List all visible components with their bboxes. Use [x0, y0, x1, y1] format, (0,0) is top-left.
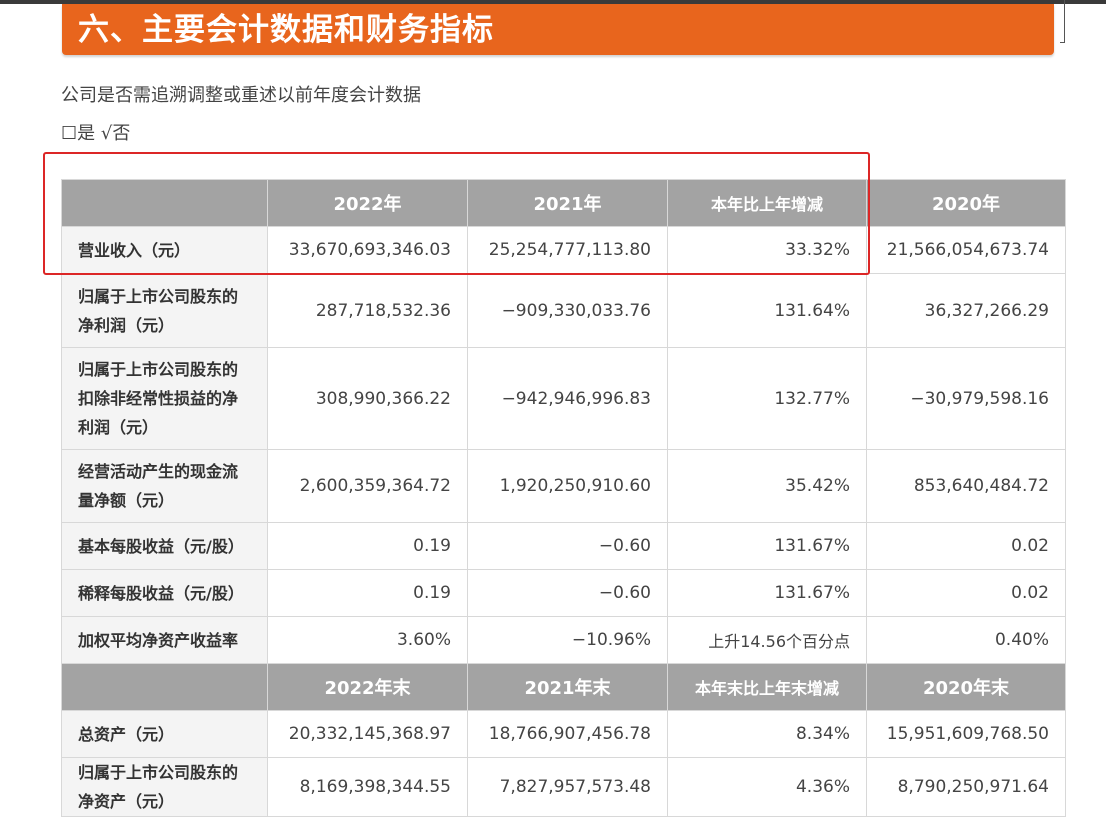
- financial-data-table: 2022年 2021年 本年比上年增减 2020年 营业收入（元） 33,670…: [61, 179, 1066, 817]
- cell-value: 35.42%: [667, 449, 867, 523]
- row-label: 归属于上市公司股东的净资产（元）: [61, 757, 268, 817]
- cell-value: 18,766,907,456.78: [467, 710, 668, 758]
- cell-value: 上升14.56个百分点: [667, 616, 867, 664]
- table-header-row: 2022年 2021年 本年比上年增减 2020年: [61, 179, 1066, 227]
- table-row: 归属于上市公司股东的净资产（元） 8,169,398,344.55 7,827,…: [61, 757, 1066, 817]
- section-banner: 六、主要会计数据和财务指标: [62, 4, 1054, 55]
- cell-value: 853,640,484.72: [866, 449, 1066, 523]
- cell-value: 0.40%: [866, 616, 1066, 664]
- cell-value: 132.77%: [667, 347, 867, 450]
- header-cell-2020-end: 2020年末: [866, 663, 1066, 711]
- header-cell-blank: [61, 179, 268, 227]
- cell-value: 131.67%: [667, 569, 867, 617]
- cell-value: 308,990,366.22: [267, 347, 468, 450]
- table-row: 归属于上市公司股东的净利润（元） 287,718,532.36 −909,330…: [61, 273, 1066, 348]
- table-row: 加权平均净资产收益率 3.60% −10.96% 上升14.56个百分点 0.4…: [61, 616, 1066, 664]
- table-row: 归属于上市公司股东的扣除非经常性损益的净利润（元） 308,990,366.22…: [61, 347, 1066, 450]
- cell-value: 33.32%: [667, 226, 867, 274]
- header-cell-yoy-end: 本年末比上年末增减: [667, 663, 867, 711]
- cell-value: 131.67%: [667, 522, 867, 570]
- table-row: 基本每股收益（元/股） 0.19 −0.60 131.67% 0.02: [61, 522, 1066, 570]
- cell-value: 25,254,777,113.80: [467, 226, 668, 274]
- cell-value: 8.34%: [667, 710, 867, 758]
- cell-value: 0.02: [866, 569, 1066, 617]
- header-cell-2022-end: 2022年末: [267, 663, 468, 711]
- row-label: 营业收入（元）: [61, 226, 268, 274]
- cell-value: 21,566,054,673.74: [866, 226, 1066, 274]
- cell-value: 1,920,250,910.60: [467, 449, 668, 523]
- table-row: 稀释每股收益（元/股） 0.19 −0.60 131.67% 0.02: [61, 569, 1066, 617]
- header-cell-2022: 2022年: [267, 179, 468, 227]
- cell-value: 8,790,250,971.64: [866, 757, 1066, 817]
- row-label: 归属于上市公司股东的净利润（元）: [61, 273, 268, 348]
- cell-value: −909,330,033.76: [467, 273, 668, 348]
- cell-value: 0.19: [267, 569, 468, 617]
- cell-value: 287,718,532.36: [267, 273, 468, 348]
- cell-value: 36,327,266.29: [866, 273, 1066, 348]
- cell-value: 20,332,145,368.97: [267, 710, 468, 758]
- table-header-row: 2022年末 2021年末 本年末比上年末增减 2020年末: [61, 663, 1066, 711]
- cell-value: 7,827,957,573.48: [467, 757, 668, 817]
- cell-value: 33,670,693,346.03: [267, 226, 468, 274]
- section-title: 六、主要会计数据和财务指标: [78, 12, 494, 48]
- cell-value: 8,169,398,344.55: [267, 757, 468, 817]
- restatement-answer: ☐是 √否: [61, 123, 131, 144]
- table-row: 总资产（元） 20,332,145,368.97 18,766,907,456.…: [61, 710, 1066, 758]
- restatement-question: 公司是否需追溯调整或重述以前年度会计数据: [61, 85, 421, 106]
- cell-value: 0.19: [267, 522, 468, 570]
- row-label: 稀释每股收益（元/股）: [61, 569, 268, 617]
- cell-value: −10.96%: [467, 616, 668, 664]
- row-label: 经营活动产生的现金流量净额（元）: [61, 449, 268, 523]
- table-row: 营业收入（元） 33,670,693,346.03 25,254,777,113…: [61, 226, 1066, 274]
- header-cell-2020: 2020年: [866, 179, 1066, 227]
- row-label: 基本每股收益（元/股）: [61, 522, 268, 570]
- header-cell-2021-end: 2021年末: [467, 663, 668, 711]
- header-cell-yoy: 本年比上年增减: [667, 179, 867, 227]
- cell-value: −0.60: [467, 522, 668, 570]
- header-cell-2021: 2021年: [467, 179, 668, 227]
- cell-value: 15,951,609,768.50: [866, 710, 1066, 758]
- header-cell-blank: [61, 663, 268, 711]
- cell-value: 3.60%: [267, 616, 468, 664]
- cell-value: −942,946,996.83: [467, 347, 668, 450]
- cell-value: −0.60: [467, 569, 668, 617]
- row-label: 归属于上市公司股东的扣除非经常性损益的净利润（元）: [61, 347, 268, 450]
- cell-value: 0.02: [866, 522, 1066, 570]
- decorative-frame-line: [1060, 0, 1065, 43]
- row-label: 总资产（元）: [61, 710, 268, 758]
- table-row: 经营活动产生的现金流量净额（元） 2,600,359,364.72 1,920,…: [61, 449, 1066, 523]
- cell-value: −30,979,598.16: [866, 347, 1066, 450]
- row-label: 加权平均净资产收益率: [61, 616, 268, 664]
- cell-value: 4.36%: [667, 757, 867, 817]
- cell-value: 131.64%: [667, 273, 867, 348]
- cell-value: 2,600,359,364.72: [267, 449, 468, 523]
